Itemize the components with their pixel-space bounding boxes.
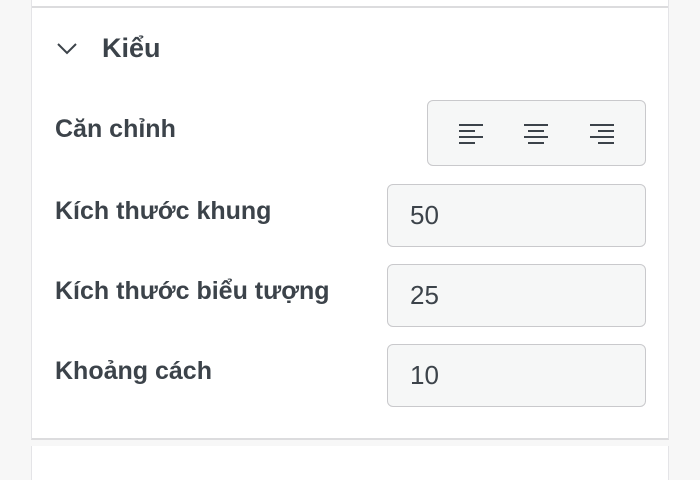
align-left-icon	[458, 124, 483, 144]
icon-size-label: Kích thước biểu tượng	[55, 277, 330, 305]
align-left-button[interactable]	[446, 108, 496, 158]
align-center-icon	[524, 124, 549, 144]
spacing-label: Khoảng cách	[55, 357, 212, 385]
style-panel: Kiểu Căn chỉnh Kích thước khung 50 Kích …	[31, 0, 669, 440]
section-toggle[interactable]: Kiểu	[54, 28, 161, 68]
frame-size-input[interactable]	[387, 184, 646, 247]
alignment-button-group	[427, 100, 646, 166]
next-panel	[31, 446, 669, 480]
alignment-label: Căn chỉnh	[55, 115, 176, 143]
spacing-input[interactable]	[387, 344, 646, 407]
icon-size-input[interactable]	[387, 264, 646, 327]
align-right-icon	[590, 124, 615, 144]
align-right-button[interactable]	[577, 108, 627, 158]
chevron-down-icon[interactable]	[54, 35, 80, 61]
frame-size-label: Kích thước khung	[55, 197, 272, 225]
align-center-button[interactable]	[511, 108, 561, 158]
panel-divider	[32, 6, 668, 8]
section-title: Kiểu	[102, 32, 161, 63]
